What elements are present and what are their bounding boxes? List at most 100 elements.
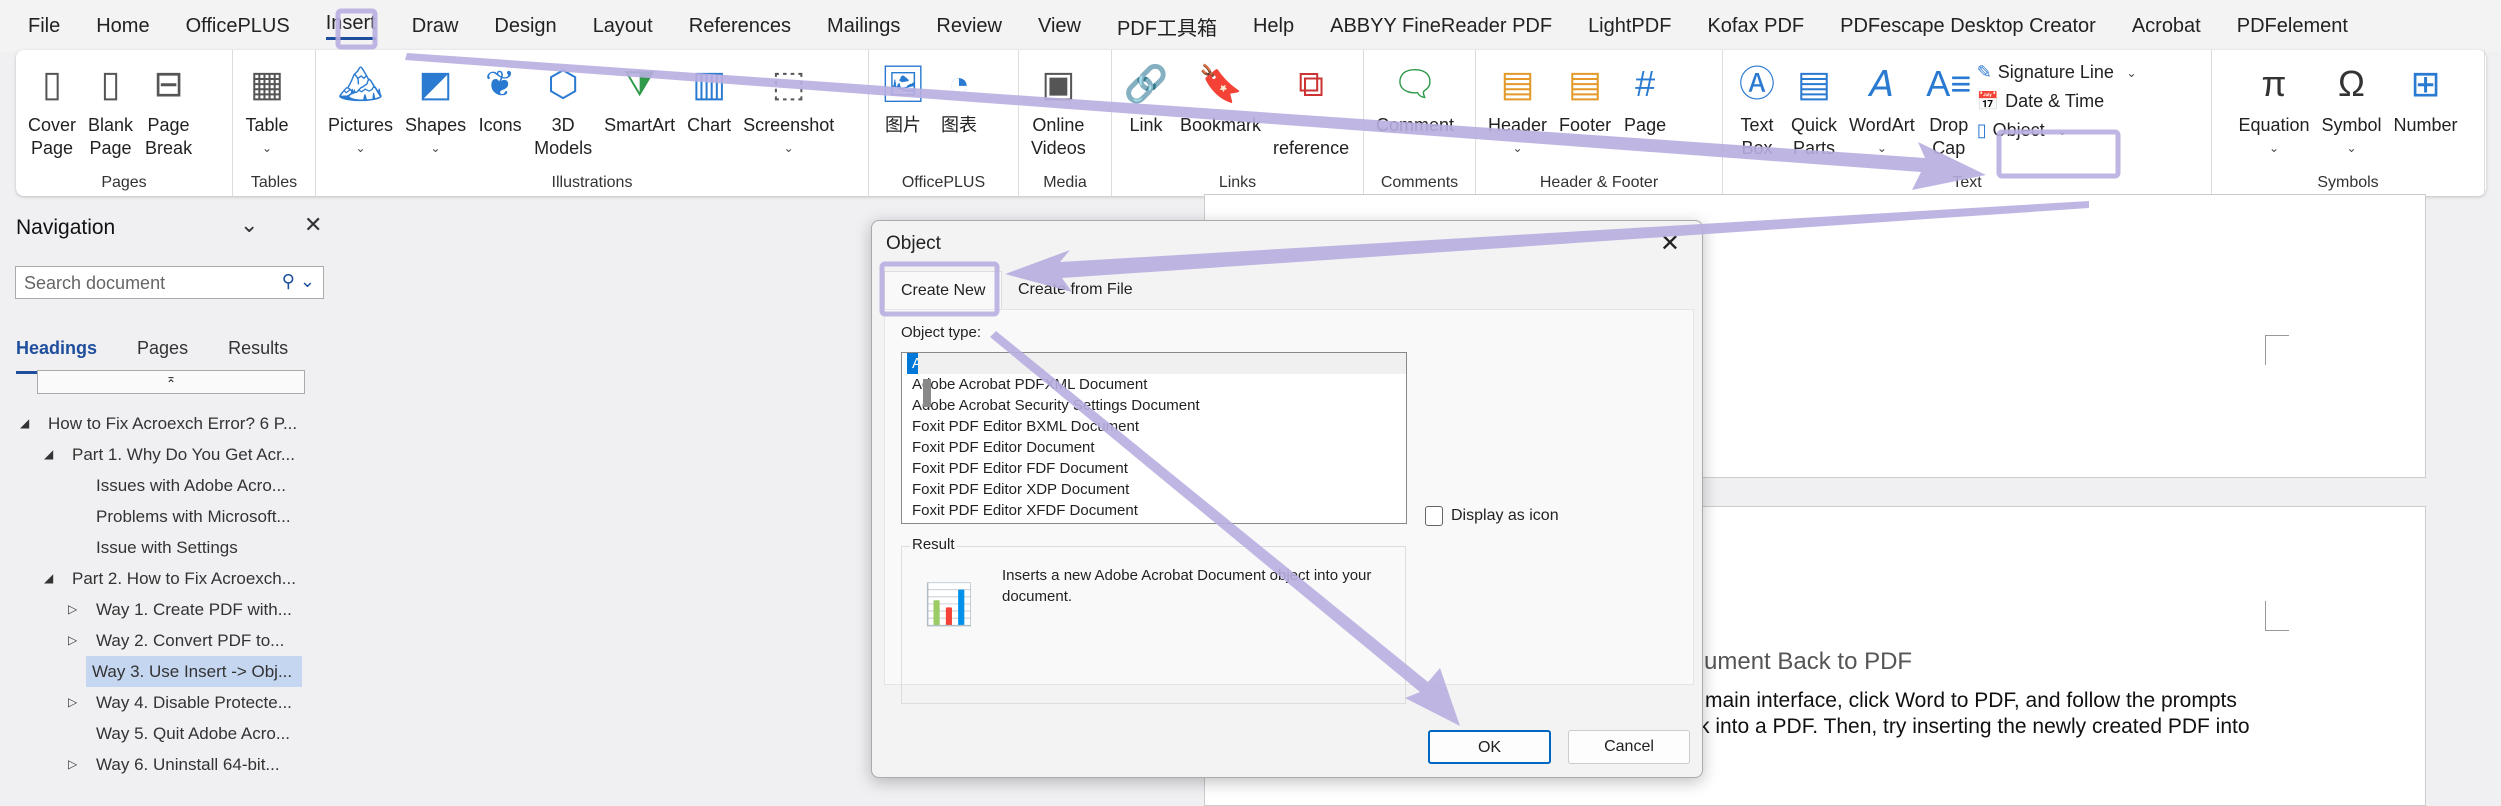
object-type-item[interactable]: Adobe Acrobat PDFXML Document [907,374,1395,395]
tab-references[interactable]: References [689,15,791,38]
tab-acrobat[interactable]: Acrobat [2132,15,2201,38]
heading-item[interactable]: Way 5. Quit Adobe Acro... [0,718,346,749]
crop-mark [2265,601,2289,631]
object-type-label: Object type: [901,324,982,341]
group-comments: 🗨 Comment Comments [1364,50,1476,196]
expand-toggle-icon[interactable]: ▷ [68,687,77,718]
blank-page-icon: ▯ [100,62,121,104]
tab-results[interactable]: Results [228,338,288,374]
comment-icon: 🗨 [1392,62,1438,104]
ok-button[interactable]: OK [1428,730,1551,764]
heading-item[interactable]: Problems with Microsoft... [0,501,346,532]
tab-lightpdf[interactable]: LightPDF [1588,15,1671,38]
tab-create-new[interactable]: Create New [884,271,1003,309]
heading-item-label: Way 2. Convert PDF to... [96,631,285,650]
text-box-icon: Ⓐ [1738,62,1775,104]
checkbox-icon[interactable] [1425,506,1443,526]
close-icon[interactable]: ✕ [304,212,322,238]
tab-insert[interactable]: Insert [325,12,376,40]
scrollbar-thumb[interactable] [923,379,931,407]
picture-icon: 🖼 [880,62,926,104]
heading-item[interactable]: Issue with Settings [0,532,346,563]
heading-item[interactable]: ▷ Way 1. Create PDF with... [0,594,346,625]
date-time-button[interactable]: 📅 Date & Time [1977,91,2137,112]
tab-layout[interactable]: Layout [593,15,653,38]
object-type-item[interactable]: Foxit PDF Editor FDF Document [907,458,1395,479]
search-input[interactable]: Search document ⚲ ⌄ [15,266,324,299]
tab-pages[interactable]: Pages [137,338,188,374]
cancel-button[interactable]: Cancel [1568,730,1690,764]
tab-file[interactable]: File [28,15,60,38]
tab-pdf-toolbox[interactable]: PDF工具箱 [1117,12,1217,41]
tab-home[interactable]: Home [96,15,149,38]
headings-tree: ◢ How to Fix Acroexch Error? 6 P... ◢ Part … [0,408,346,780]
object-type-item[interactable]: Foxit PDF Editor XFDF Document [907,500,1395,521]
tab-draw[interactable]: Draw [412,15,459,38]
cross-reference-icon: ⧉ [1298,62,1324,104]
close-icon[interactable]: ✕ [1660,229,1680,258]
footer-icon: ▤ [1568,62,1603,104]
tab-abbyy[interactable]: ABBYY FineReader PDF [1330,15,1552,38]
group-label: Media [1043,174,1087,191]
display-as-icon-checkbox[interactable]: Display as icon [1425,506,1559,526]
pictures-icon: 🏔 [337,62,384,104]
result-box: Result 📊 Inserts a new Adobe Acrobat Doc… [901,536,1406,704]
tab-officeplus[interactable]: OfficePLUS [186,15,290,38]
heading-item[interactable]: ◢ How to Fix Acroexch Error? 6 P... [0,408,346,439]
search-icon[interactable]: ⚲ ⌄ [282,271,315,292]
group-pages: ▯ Cover Page ▯ Blank Page ⊟ Page Break Pages [16,50,233,196]
object-type-list[interactable]: Adobe Acrobat DocumentAdobe Acrobat PDFX… [901,352,1407,524]
chevron-down-icon[interactable]: ⌄ [240,212,258,238]
object-dialog: Object ✕ Create New Create from File Obj… [871,220,1703,778]
tab-review[interactable]: Review [936,15,1002,38]
tab-headings[interactable]: Headings [16,338,98,374]
tab-pdfelement[interactable]: PDFelement [2237,15,2348,38]
heading-item[interactable]: Way 3. Use Insert -> Obj... [0,656,346,687]
group-label: Tables [250,174,298,191]
object-type-item[interactable]: Foxit PDF Editor XDP Document [907,479,1395,500]
object-button[interactable]: ▯ Object ⌄ [1977,120,2137,141]
expand-toggle-icon[interactable]: ▷ [68,625,77,656]
collapse-toggle-icon[interactable]: ◢ [44,563,53,594]
doc-paragraph-line: k into a PDF. Then, try inserting the ne… [1699,715,2250,738]
heading-item-label: Issue with Settings [96,538,238,557]
signature-line-button[interactable]: ✎ Signature Line ⌄ [1977,62,2137,83]
heading-item-label: Way 5. Quit Adobe Acro... [96,724,291,743]
heading-item[interactable]: ◢ Part 1. Why Do You Get Acr... [0,439,346,470]
collapse-toggle-icon[interactable]: ◢ [44,439,53,470]
heading-item[interactable]: ▷ Way 2. Convert PDF to... [0,625,346,656]
group-label: Pages [101,174,147,191]
tab-pdfescape[interactable]: PDFescape Desktop Creator [1840,15,2096,38]
tab-design[interactable]: Design [494,15,556,38]
object-type-item[interactable]: Foxit PDF Editor BXML Document [907,416,1395,437]
chart-icon: ▥ [692,62,727,104]
object-type-item[interactable]: Foxit PDF Editor Document [907,437,1395,458]
navigation-pane: Navigation ⌄ ✕ Search document ⚲ ⌄ Headin… [0,200,346,778]
object-type-item[interactable]: Adobe Acrobat Security Settings Document [907,395,1395,416]
tab-mailings[interactable]: Mailings [827,15,900,38]
group-tables: ▦ Table ⌄ Tables [233,50,316,196]
group-label: Comments [1380,174,1459,191]
heading-item[interactable]: Issues with Adobe Acro... [0,470,346,501]
collapse-toggle-icon[interactable]: ◢ [20,408,29,439]
video-icon: ▣ [1041,62,1076,104]
group-links: 🔗 Link 🔖 Bookmark ⧉ reference Links [1112,50,1364,196]
crop-mark [2265,335,2289,365]
heading-item-label: Issues with Adobe Acro... [96,476,286,495]
object-chart-icon: 📊 [924,583,974,627]
tab-kofax[interactable]: Kofax PDF [1707,15,1804,38]
heading-item[interactable]: ◢ Part 2. How to Fix Acroexch... [0,563,346,594]
scrollbar[interactable] [918,353,1406,407]
expand-toggle-icon[interactable]: ▷ [68,594,77,625]
heading-item[interactable]: ▷ Way 6. Uninstall 64-bit... [0,749,346,780]
link-icon: 🔗 [1123,62,1169,104]
tab-view[interactable]: View [1038,15,1081,38]
expand-toggle-icon[interactable]: ▷ [68,749,77,780]
cover-page-icon: ▯ [42,62,62,104]
heading-item[interactable]: ▷ Way 4. Disable Protecte... [0,687,346,718]
tab-create-from-file[interactable]: Create from File [1002,271,1149,309]
collapse-all-button[interactable]: ⌅ [37,370,305,394]
tab-help[interactable]: Help [1253,15,1294,38]
group-label: Symbols [2317,174,2379,191]
group-header-footer: ▤ Header ⌄ ▤ Footer # Page Header & Footer [1476,50,1723,196]
